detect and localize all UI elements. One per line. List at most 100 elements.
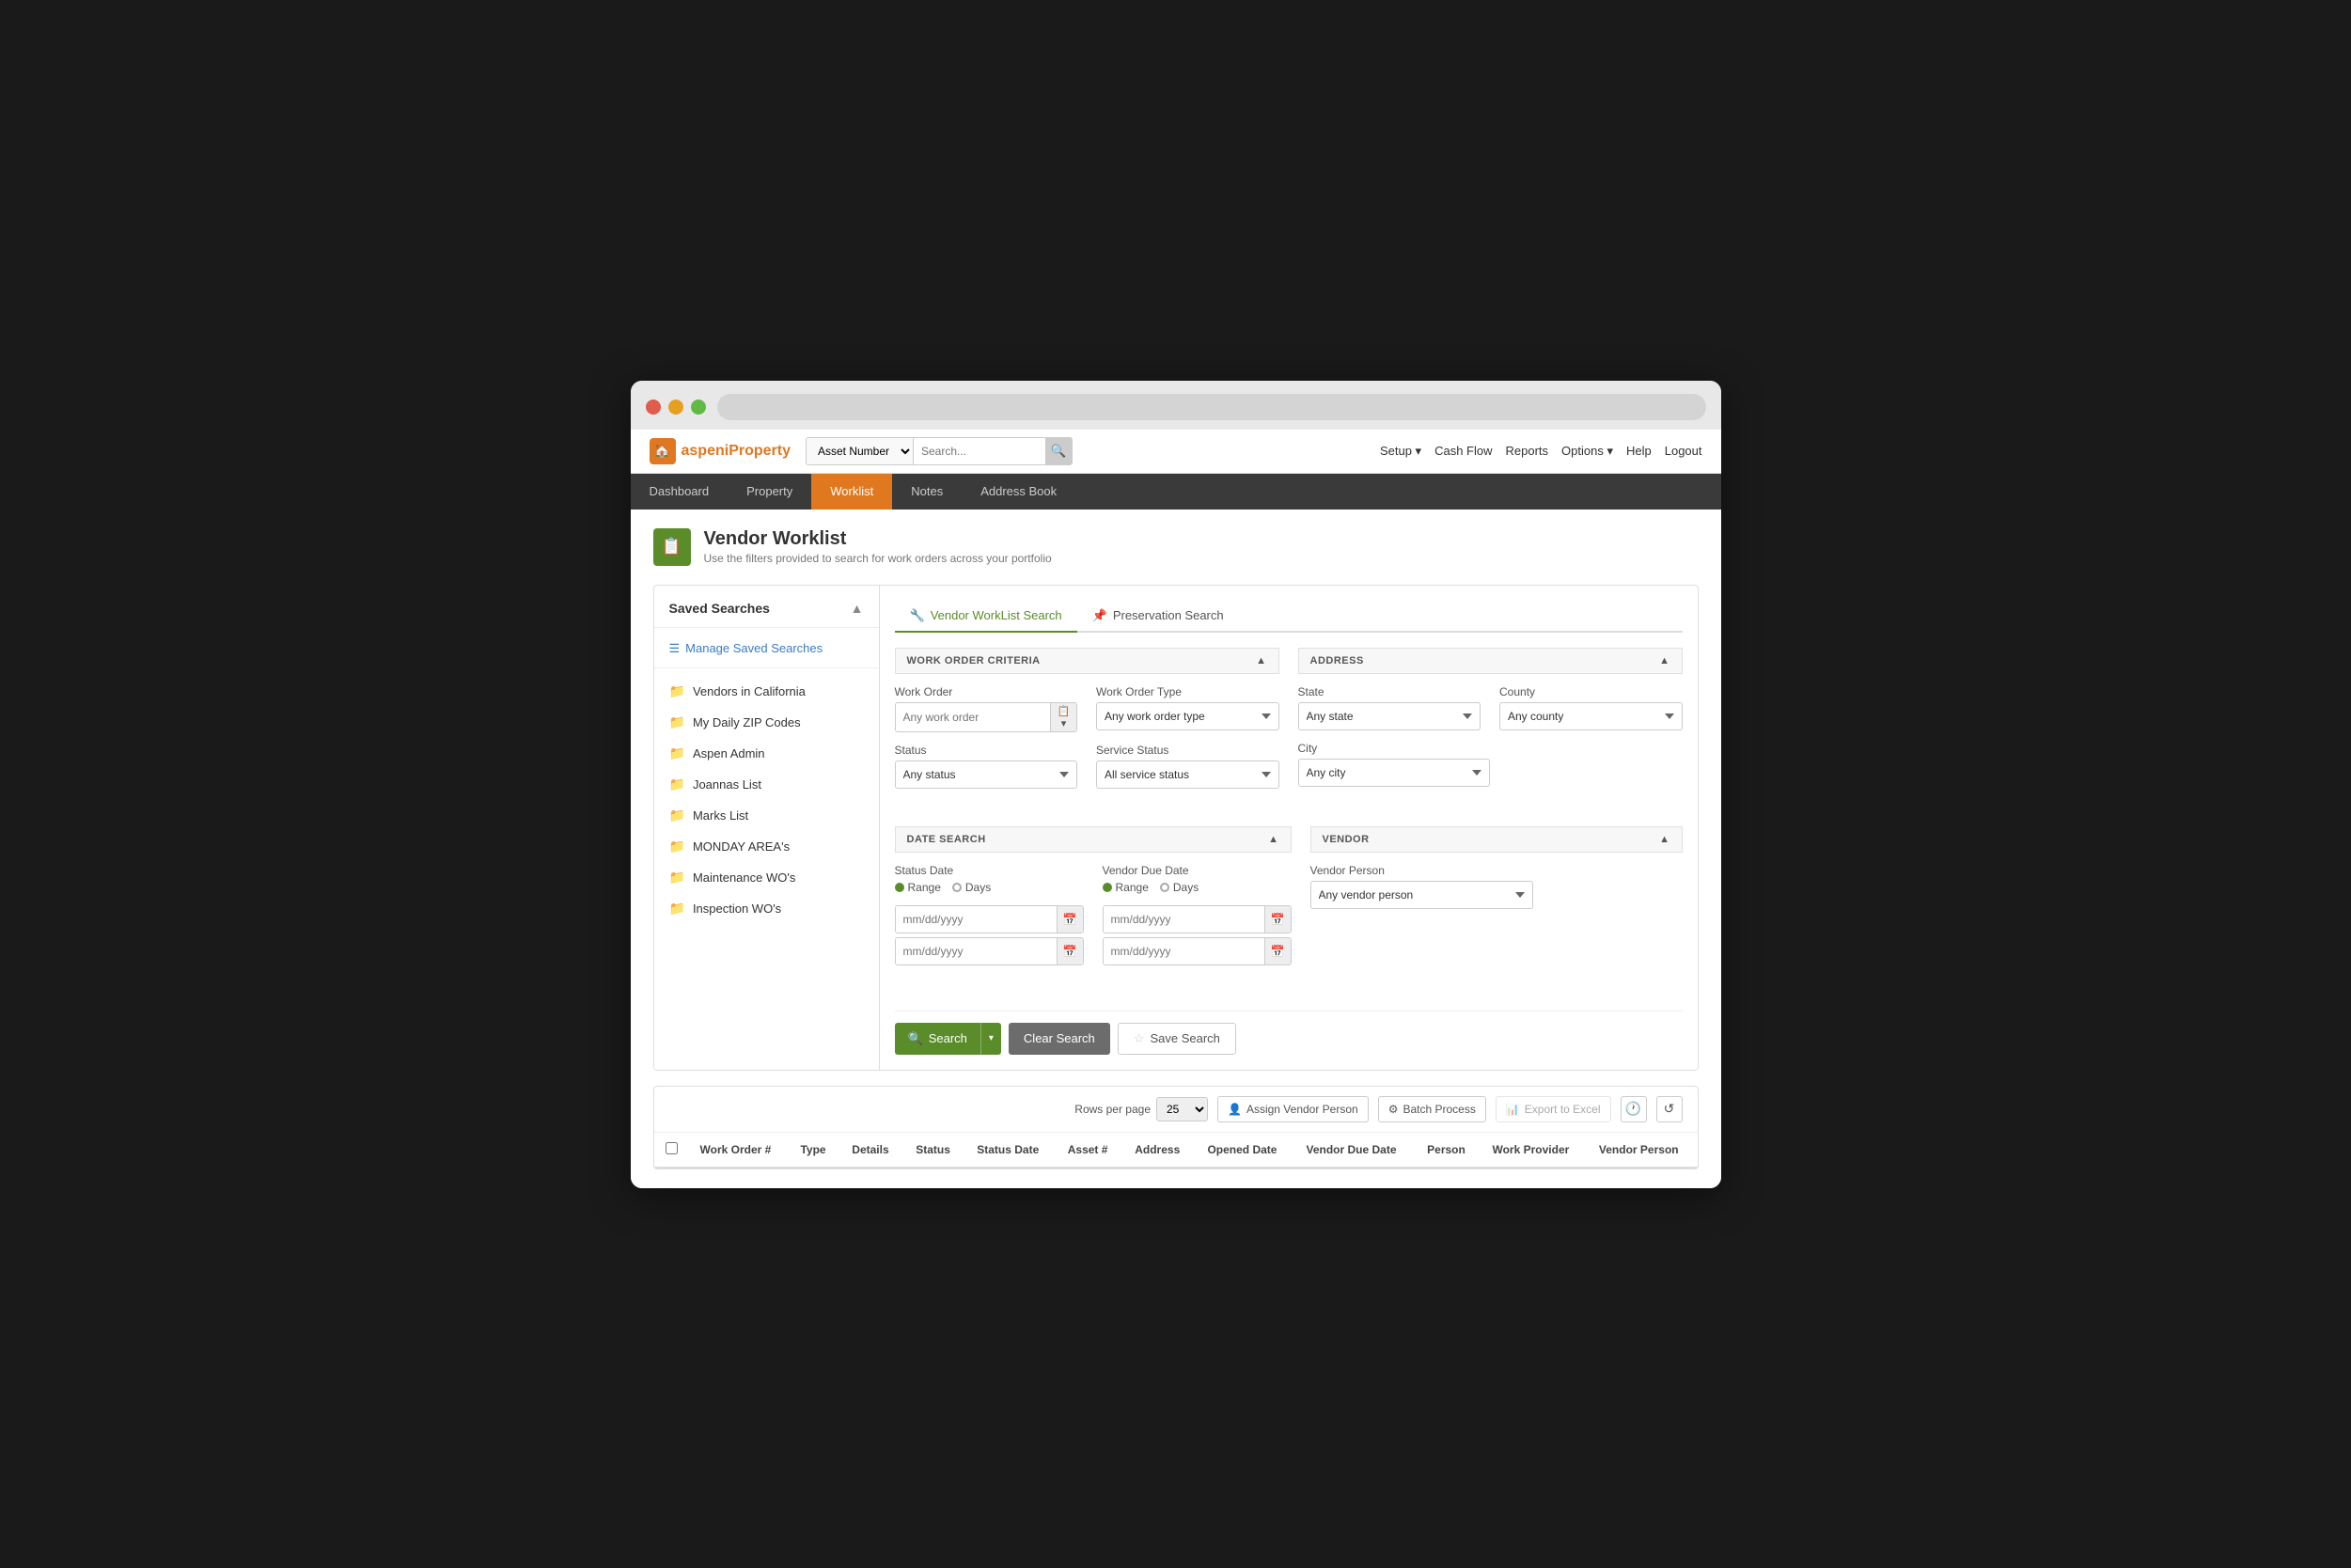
vendor-section: VENDOR ▲ Vendor Person Any vendor person [1310,826,1683,980]
nav-addressbook[interactable]: Address Book [962,474,1075,510]
vendor-due-to: 📅 [1103,937,1292,965]
nav-notes[interactable]: Notes [892,474,962,510]
saved-search-item[interactable]: 📁 MONDAY AREA's [654,831,879,862]
vendor-person-select[interactable]: Any vendor person [1310,881,1534,909]
date-search-header[interactable]: DATE SEARCH ▲ [895,826,1292,853]
status-select[interactable]: Any status [895,760,1078,789]
saved-search-item[interactable]: 📁 Vendors in California [654,676,879,707]
col-vendor-person: Vendor Person [1588,1133,1698,1168]
status-date-days-radio[interactable]: Days [952,881,991,894]
main-nav: Dashboard Property Worklist Notes Addres… [631,474,1721,510]
nav-property[interactable]: Property [728,474,811,510]
saved-search-item[interactable]: 📁 My Daily ZIP Codes [654,707,879,738]
vendor-due-to-calendar[interactable]: 📅 [1264,938,1291,964]
radio-dot [1103,883,1112,892]
status-date-to-calendar[interactable]: 📅 [1057,938,1083,964]
vendor-due-from-calendar[interactable]: 📅 [1264,906,1291,933]
folder-icon: 📁 [669,776,685,792]
work-order-input-group: 📋 ▾ [895,702,1078,732]
select-all-checkbox[interactable] [666,1142,678,1154]
radio-empty [952,883,962,892]
search-type-select[interactable]: Asset Number Work Order Address [807,438,914,464]
work-order-type-select[interactable]: Any work order type [1096,702,1279,730]
search-main-btn[interactable]: 🔍 Search [895,1023,980,1055]
nav-worklist[interactable]: Worklist [811,474,892,510]
status-date-from-calendar[interactable]: 📅 [1057,906,1083,933]
nav-dashboard[interactable]: Dashboard [631,474,729,510]
sidebar-toggle[interactable]: ▲ [851,601,864,616]
logout-link[interactable]: Logout [1665,444,1702,458]
county-label: County [1499,685,1683,698]
address-header[interactable]: ADDRESS ▲ [1298,648,1683,674]
saved-search-item[interactable]: 📁 Joannas List [654,769,879,800]
refresh-button[interactable]: ↺ [1656,1096,1683,1122]
collapse-icon: ▲ [1268,834,1278,845]
folder-icon: 📁 [669,808,685,823]
saved-search-item[interactable]: 📁 Aspen Admin [654,738,879,769]
vendor-due-to-input[interactable] [1104,938,1264,964]
manage-saved-searches-link[interactable]: ☰ Manage Saved Searches [654,635,879,668]
traffic-light-red[interactable] [646,400,661,415]
history-button[interactable]: 🕐 [1621,1096,1647,1122]
sidebar: Saved Searches ▲ ☰ Manage Saved Searches… [654,586,880,1070]
date-search-section: DATE SEARCH ▲ Status Date [895,826,1292,980]
traffic-light-yellow[interactable] [668,400,683,415]
work-order-copy-btn[interactable]: 📋 ▾ [1050,703,1076,731]
vendor-due-range-radio[interactable]: Range [1103,881,1149,894]
vendor-due-days-radio[interactable]: Days [1160,881,1199,894]
batch-process-button[interactable]: ⚙ Batch Process [1378,1096,1486,1122]
status-date-range-radio[interactable]: Range [895,881,941,894]
vendor-due-date-options: Range Days [1103,881,1292,894]
clear-search-button[interactable]: Clear Search [1009,1023,1110,1055]
search-button[interactable]: 🔍 [1045,438,1072,464]
folder-icon: 📁 [669,683,685,699]
collapse-icon: ▲ [1659,655,1669,666]
batch-icon: ⚙ [1388,1103,1399,1116]
saved-search-item[interactable]: 📁 Maintenance WO's [654,862,879,893]
col-vendor-due-date: Vendor Due Date [1295,1133,1417,1168]
vendor-due-from-input[interactable] [1104,906,1264,933]
status-date-to-input[interactable] [896,938,1057,964]
excel-icon: 📊 [1506,1103,1520,1116]
work-order-criteria-section: WORK ORDER CRITERIA ▲ Work Order 📋 ▾ [895,648,1279,804]
reports-link[interactable]: Reports [1506,444,1549,458]
setup-link[interactable]: Setup ▾ [1380,444,1421,459]
save-search-button[interactable]: ☆ Save Search [1118,1023,1236,1055]
cashflow-link[interactable]: Cash Flow [1434,444,1492,458]
status-date-from-input[interactable] [896,906,1057,933]
saved-search-item[interactable]: 📁 Inspection WO's [654,893,879,924]
traffic-light-green[interactable] [691,400,706,415]
search-input[interactable] [914,438,1045,464]
col-status: Status [904,1133,965,1168]
options-link[interactable]: Options ▾ [1561,444,1613,459]
state-select[interactable]: Any state [1298,702,1481,730]
folder-icon: 📁 [669,745,685,761]
status-date-label: Status Date [895,864,1084,877]
assign-vendor-button[interactable]: 👤 Assign Vendor Person [1217,1096,1369,1122]
rows-per-page-select[interactable]: 25 50 100 [1156,1097,1208,1121]
help-link[interactable]: Help [1626,444,1652,458]
logo-icon: 🏠 [650,438,676,464]
saved-search-item[interactable]: 📁 Marks List [654,800,879,831]
status-date-from: 📅 [895,905,1084,933]
col-work-order: Work Order # [689,1133,790,1168]
tab-preservation[interactable]: 📌 Preservation Search [1077,601,1239,633]
export-excel-button[interactable]: 📊 Export to Excel [1496,1096,1611,1122]
radio-dot [895,883,904,892]
vendor-person-label: Vendor Person [1310,864,1534,877]
url-bar[interactable] [717,394,1706,420]
state-field: State Any state [1298,685,1481,730]
page-content: 📋 Vendor Worklist Use the filters provid… [631,510,1721,1188]
county-select[interactable]: Any county [1499,702,1683,730]
work-order-input[interactable] [896,703,1051,731]
select-all-header [654,1133,689,1168]
service-status-select[interactable]: All service status [1096,760,1279,789]
vendor-header[interactable]: VENDOR ▲ [1310,826,1683,853]
tab-vendor-worklist[interactable]: 🔧 Vendor WorkList Search [895,601,1077,633]
vendor-due-date-inputs: 📅 📅 [1103,905,1292,965]
search-icon: 🔍 [908,1031,923,1046]
city-select[interactable]: Any city [1298,759,1491,787]
work-order-criteria-header[interactable]: WORK ORDER CRITERIA ▲ [895,648,1279,674]
collapse-icon: ▲ [1659,834,1669,845]
search-dropdown-btn[interactable]: ▾ [980,1023,1001,1055]
